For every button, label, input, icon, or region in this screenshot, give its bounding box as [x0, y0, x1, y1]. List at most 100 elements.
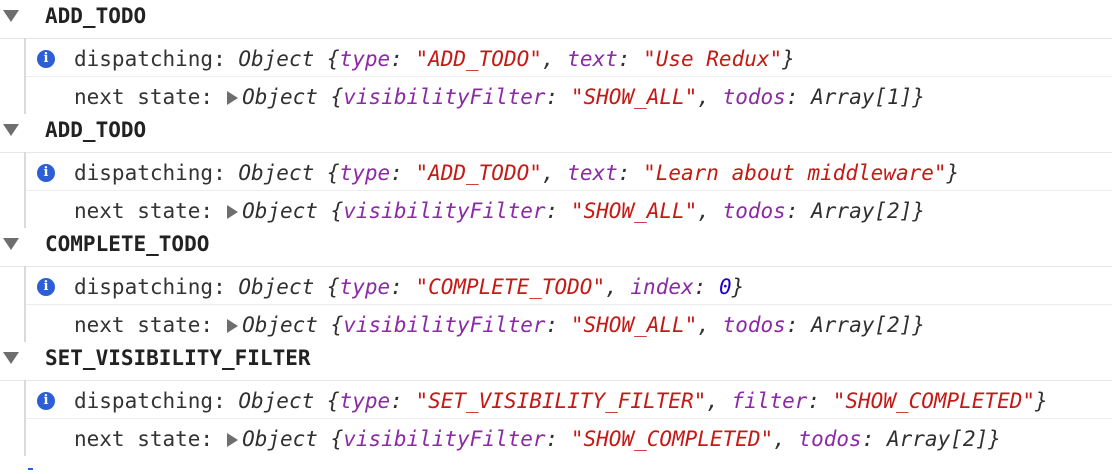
second-key: filter	[731, 389, 808, 413]
comma: ,	[605, 275, 618, 299]
triangle-down-icon[interactable]	[3, 238, 19, 250]
todos-key: todos	[722, 199, 786, 223]
info-icon: i	[37, 278, 55, 296]
second-value: "SHOW_COMPLETED"	[832, 389, 1036, 413]
comma: ,	[773, 427, 786, 451]
log-group-header[interactable]: COMPLETE_TODO	[0, 228, 1112, 267]
colon: :	[545, 313, 559, 337]
colon: :	[545, 427, 559, 451]
triangle-right-icon[interactable]	[227, 433, 239, 447]
object-word: Object	[238, 161, 315, 185]
type-value: "SET_VISIBILITY_FILTER"	[415, 389, 707, 413]
dispatch-text: dispatching: Object {type: "SET_VISIBILI…	[74, 389, 1048, 413]
log-group-body: i dispatching: Object {type: "SET_VISIBI…	[24, 380, 1112, 457]
next-state-line: next state: Object {visibilityFilter: "SH…	[26, 76, 1112, 115]
triangle-down-icon[interactable]	[3, 124, 19, 136]
log-group-complete-todo: COMPLETE_TODO i dispatching: Object {typ…	[0, 228, 1112, 343]
colon: :	[545, 199, 559, 223]
brace-close: }	[912, 199, 925, 223]
filter-key: visibilityFilter	[343, 199, 546, 223]
dispatch-line: i dispatching: Object {type: "ADD_TODO",…	[26, 38, 1112, 77]
type-key: type	[339, 275, 391, 299]
log-group-header[interactable]: ADD_TODO	[0, 114, 1112, 153]
log-group-title[interactable]: ADD_TODO	[45, 4, 146, 28]
todos-value: Array[2]	[811, 313, 913, 337]
brace-close: }	[988, 427, 1001, 451]
colon: :	[693, 275, 707, 299]
dispatch-label: dispatching:	[74, 47, 226, 71]
console-prompt-icon[interactable]	[28, 468, 33, 470]
comma: ,	[541, 47, 555, 71]
colon: :	[785, 85, 799, 109]
triangle-right-icon[interactable]	[227, 205, 239, 219]
next-state-text: next state: Object {visibilityFilter: "SH…	[74, 199, 925, 223]
colon: :	[807, 389, 821, 413]
object-word[interactable]: Object	[242, 199, 318, 223]
colon: :	[545, 85, 559, 109]
next-state-label: next state:	[74, 427, 214, 451]
next-state-label: next state:	[74, 199, 214, 223]
todos-value: Array[2]	[887, 427, 989, 451]
next-state-text: next state: Object {visibilityFilter: "SH…	[74, 427, 1001, 451]
dispatch-text: dispatching: Object {type: "COMPLETE_TOD…	[74, 275, 744, 299]
todos-value: Array[2]	[811, 199, 913, 223]
second-value: "Use Redux"	[643, 47, 783, 71]
object-word: Object	[238, 389, 315, 413]
log-group-title[interactable]: COMPLETE_TODO	[45, 232, 209, 256]
type-value: "COMPLETE_TODO"	[415, 275, 606, 299]
todos-key: todos	[798, 427, 862, 451]
colon: :	[785, 199, 799, 223]
log-group-set-visibility-filter: SET_VISIBILITY_FILTER i dispatching: Obj…	[0, 342, 1112, 457]
type-key: type	[339, 47, 391, 71]
next-state-label: next state:	[74, 85, 214, 109]
log-group-title[interactable]: SET_VISIBILITY_FILTER	[45, 346, 311, 370]
brace-open: {	[326, 161, 340, 185]
brace-open: {	[330, 427, 344, 451]
log-group-add-todo-1: ADD_TODO i dispatching: Object {type: "A…	[0, 0, 1112, 115]
filter-value: "SHOW_ALL"	[570, 85, 698, 109]
log-group-header[interactable]: SET_VISIBILITY_FILTER	[0, 342, 1112, 381]
brace-open: {	[330, 85, 344, 109]
brace-open: {	[330, 199, 344, 223]
log-group-body: i dispatching: Object {type: "COMPLETE_T…	[24, 266, 1112, 343]
comma: ,	[697, 199, 710, 223]
brace-open: {	[326, 389, 340, 413]
colon: :	[617, 161, 631, 185]
log-group-title[interactable]: ADD_TODO	[45, 118, 146, 142]
colon: :	[390, 47, 403, 71]
next-state-line: next state: Object {visibilityFilter: "SH…	[26, 190, 1112, 229]
dispatch-text: dispatching: Object {type: "ADD_TODO", t…	[74, 161, 959, 185]
comma: ,	[706, 389, 719, 413]
brace-close: }	[946, 161, 960, 185]
dispatch-label: dispatching:	[74, 389, 226, 413]
object-word[interactable]: Object	[242, 427, 318, 451]
object-word[interactable]: Object	[242, 85, 318, 109]
type-key: type	[339, 389, 391, 413]
object-word: Object	[238, 275, 315, 299]
second-key: text	[567, 47, 618, 71]
next-state-text: next state: Object {visibilityFilter: "SH…	[74, 85, 925, 109]
info-icon: i	[37, 164, 55, 182]
colon: :	[390, 161, 403, 185]
dispatch-line: i dispatching: Object {type: "SET_VISIBI…	[26, 380, 1112, 419]
triangle-right-icon[interactable]	[227, 91, 239, 105]
dispatch-text: dispatching: Object {type: "ADD_TODO", t…	[74, 47, 795, 71]
log-group-body: i dispatching: Object {type: "ADD_TODO",…	[24, 38, 1112, 115]
brace-open: {	[326, 275, 340, 299]
log-group-header[interactable]: ADD_TODO	[0, 0, 1112, 39]
filter-value: "SHOW_COMPLETED"	[570, 427, 774, 451]
triangle-down-icon[interactable]	[3, 10, 19, 22]
log-group-add-todo-2: ADD_TODO i dispatching: Object {type: "A…	[0, 114, 1112, 229]
object-word[interactable]: Object	[242, 313, 318, 337]
colon: :	[861, 427, 875, 451]
triangle-down-icon[interactable]	[3, 352, 19, 364]
todos-key: todos	[722, 313, 786, 337]
second-value: 0	[718, 275, 732, 299]
second-key: index	[630, 275, 694, 299]
filter-value: "SHOW_ALL"	[570, 313, 698, 337]
dispatch-line: i dispatching: Object {type: "COMPLETE_T…	[26, 266, 1112, 305]
type-value: "ADD_TODO"	[415, 47, 542, 71]
brace-open: {	[330, 313, 344, 337]
triangle-right-icon[interactable]	[227, 319, 239, 333]
dispatch-label: dispatching:	[74, 161, 226, 185]
